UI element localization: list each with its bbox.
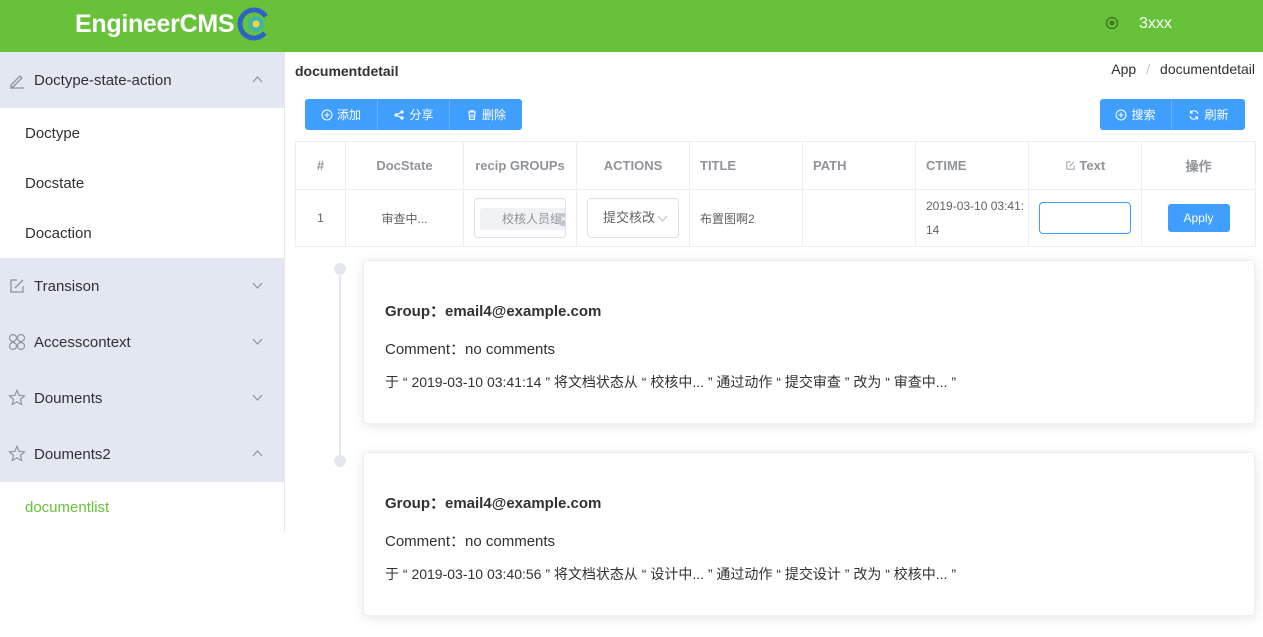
share-button[interactable]: 分享 <box>378 99 450 130</box>
cell-docstate: 审查中... <box>345 189 464 247</box>
timeline-history: 于 “ 2019-03-10 03:40:56 ” 将文档状态从 “ 设计中..… <box>385 566 956 582</box>
top-header: EngineerCMS 3xxx <box>0 0 1263 52</box>
sidebar-item-docstate[interactable]: Docstate <box>0 158 284 208</box>
cell-recip-groups: 校核人员组 ✕ <box>463 189 577 247</box>
edit-square-icon <box>10 279 24 293</box>
refresh-button-label: 刷新 <box>1204 108 1229 122</box>
timeline-comment: Comment：no comments <box>385 533 556 550</box>
sidebar: Doctype-state-action Doctype Docstate Do… <box>0 52 285 532</box>
action-select-value: 提交核改 <box>603 210 656 225</box>
edit-icon <box>1066 161 1075 170</box>
search-button[interactable]: 搜索 <box>1100 99 1172 130</box>
submenu-douments2[interactable]: Douments2 <box>0 426 284 482</box>
plus-circle-icon <box>321 109 333 120</box>
submenu-label: Douments <box>34 389 103 407</box>
cell-actions: 提交核改 <box>576 189 690 247</box>
submenu-label: Transison <box>34 277 100 295</box>
refresh-button[interactable]: 刷新 <box>1172 99 1245 130</box>
toolbar-left: 添加 分享 删除 <box>305 99 522 130</box>
submenu-douments[interactable]: Douments <box>0 370 284 426</box>
star-icon <box>8 445 26 462</box>
document-table: # DocState recip GROUPs ACTIONS TITLE PA… <box>295 141 1256 247</box>
breadcrumb-separator: / <box>1146 61 1151 77</box>
timeline-node <box>334 263 346 275</box>
submenu-label: Douments2 <box>34 445 111 463</box>
sidebar-item-doctype[interactable]: Doctype <box>0 108 284 158</box>
chevron-down-icon <box>657 215 668 222</box>
toolbar-right: 搜索 刷新 <box>1100 99 1245 130</box>
column-header-docstate[interactable]: DocState <box>345 141 464 190</box>
timeline-card: Group：email4@example.com Comment：no comm… <box>363 260 1255 424</box>
add-button[interactable]: 添加 <box>305 99 378 130</box>
timeline-group: Group：email4@example.com <box>385 303 602 320</box>
column-header-path[interactable]: PATH <box>802 141 916 190</box>
timeline-node <box>334 455 346 467</box>
cell-text <box>1028 189 1142 247</box>
page-title: documentdetail <box>295 63 399 79</box>
grid-icon <box>8 333 26 351</box>
column-header-recip-groups[interactable]: recip GROUPs <box>463 141 577 190</box>
cell-path <box>802 189 916 247</box>
sidebar-item-documentlist[interactable]: documentlist <box>0 482 284 532</box>
column-header-actions[interactable]: ACTIONS <box>576 141 690 190</box>
plus-circle-icon <box>1115 109 1127 120</box>
close-icon[interactable]: ✕ <box>557 213 565 226</box>
text-input[interactable] <box>1039 202 1131 234</box>
submenu-transison[interactable]: Transison <box>0 258 284 314</box>
column-header-text[interactable]: Text <box>1028 141 1142 190</box>
chevron-up-icon <box>252 76 263 83</box>
sidebar-item-docaction[interactable]: Docaction <box>0 208 284 258</box>
trash-icon <box>467 109 476 120</box>
chevron-up-icon <box>252 450 263 457</box>
group-multiselect[interactable]: 校核人员组 ✕ <box>474 198 566 238</box>
submenu-doctype-state-action[interactable]: Doctype-state-action <box>0 52 284 108</box>
delete-button-label: 删除 <box>481 108 506 122</box>
table-row: 1 审查中... 校核人员组 ✕ 提交核改 布置图啊2 <box>295 189 1256 247</box>
ctime-value: 2019-03-10 03:41:14 <box>926 199 1025 237</box>
timeline-comment: Comment：no comments <box>385 341 556 358</box>
group-tag: 校核人员组 <box>480 208 565 230</box>
timeline-history: 于 “ 2019-03-10 03:41:14 ” 将文档状态从 “ 校核中..… <box>385 374 956 390</box>
cell-ctime: 2019-03-10 03:41:14 <box>915 189 1029 247</box>
share-icon <box>394 109 405 120</box>
logo-icon <box>237 7 271 41</box>
table-header-row: # DocState recip GROUPs ACTIONS TITLE PA… <box>295 141 1256 190</box>
cell-operation: Apply <box>1141 189 1256 247</box>
chevron-down-icon <box>252 338 263 345</box>
column-header-ctime[interactable]: CTIME <box>915 141 1029 190</box>
delete-button[interactable]: 删除 <box>450 99 522 130</box>
cell-title: 布置图啊2 <box>689 189 803 247</box>
share-button-label: 分享 <box>409 108 434 122</box>
timeline-card: Group：email4@example.com Comment：no comm… <box>363 452 1255 616</box>
column-header-operation[interactable]: 操作 <box>1141 141 1256 190</box>
breadcrumb-item-current: documentdetail <box>1160 61 1255 77</box>
user-status-icon <box>1105 16 1119 30</box>
submenu-label: Doctype-state-action <box>34 71 172 89</box>
search-button-label: 搜索 <box>1131 108 1156 122</box>
breadcrumb-item-app[interactable]: App <box>1111 61 1136 77</box>
breadcrumb: App / documentdetail <box>1111 61 1255 77</box>
timeline-line <box>339 270 341 460</box>
star-icon <box>8 389 26 406</box>
column-header-index[interactable]: # <box>295 141 346 190</box>
column-header-title[interactable]: TITLE <box>689 141 803 190</box>
timeline-group: Group：email4@example.com <box>385 495 602 512</box>
edit-icon <box>10 75 24 89</box>
add-button-label: 添加 <box>336 108 361 122</box>
submenu-label: Accesscontext <box>34 333 131 351</box>
refresh-icon <box>1189 109 1199 120</box>
chevron-down-icon <box>252 394 263 401</box>
apply-button[interactable]: Apply <box>1167 204 1230 232</box>
submenu-accesscontext[interactable]: Accesscontext <box>0 314 284 370</box>
app-logo-text[interactable]: EngineerCMS <box>75 9 235 39</box>
action-select[interactable]: 提交核改 <box>587 198 679 238</box>
user-menu[interactable]: 3xxx <box>1139 14 1172 34</box>
column-header-text-label: Text <box>1079 158 1106 173</box>
cell-index: 1 <box>295 189 346 247</box>
chevron-down-icon <box>252 282 263 289</box>
